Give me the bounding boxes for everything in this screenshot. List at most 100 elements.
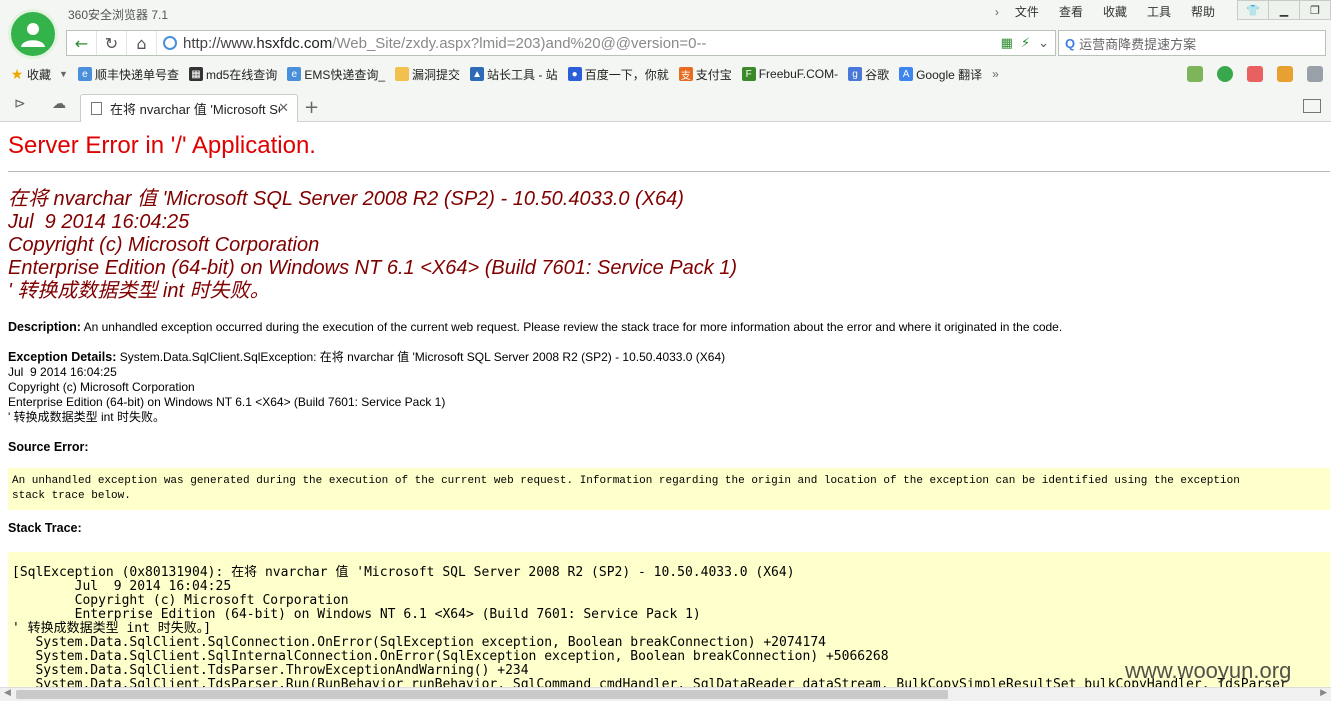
menu-favorites[interactable]: 收藏 bbox=[1093, 4, 1137, 20]
google-icon: g bbox=[848, 67, 863, 81]
url-scheme: http://www. bbox=[183, 34, 257, 52]
game-icon[interactable] bbox=[1277, 66, 1293, 82]
minimize-button[interactable]: ▁ bbox=[1268, 0, 1300, 20]
new-tab-icon[interactable]: + bbox=[304, 97, 319, 118]
description-label: Description: bbox=[8, 320, 81, 334]
error-line: ' 转换成数据类型 int 时失败。 bbox=[8, 280, 270, 302]
bookmark-label: FreebuF.COM- bbox=[758, 67, 839, 81]
source-error-heading: Source Error: bbox=[8, 440, 89, 455]
stack-trace-heading: Stack Trace: bbox=[8, 521, 82, 536]
chevron-down-icon[interactable]: ⌄ bbox=[1038, 36, 1049, 51]
exception-line: ' 转换成数据类型 int 时失败。 bbox=[8, 410, 165, 424]
url-path: /Web_Site/zxdy.aspx?lmid=203)and%20@@ver… bbox=[332, 34, 707, 52]
bookmark-item[interactable]: g 谷歌 bbox=[848, 66, 889, 83]
exception-line: Enterprise Edition (64-bit) on Windows N… bbox=[8, 395, 446, 409]
browser-chrome: 360安全浏览器 7.1 › 文件 查看 收藏 工具 帮助 👕 ▁ ❐ ← ↻ … bbox=[0, 0, 1331, 122]
top-menu: › 文件 查看 收藏 工具 帮助 bbox=[989, 4, 1225, 20]
bookmark-label: 站长工具 - 站 bbox=[487, 67, 558, 82]
bookmark-item[interactable]: e EMS快递查询_ bbox=[287, 66, 385, 83]
menu-file[interactable]: 文件 bbox=[1005, 4, 1049, 20]
source-line: stack trace below. bbox=[12, 490, 131, 502]
bookmark-item[interactable]: A Google 翻译 bbox=[899, 66, 982, 83]
source-line: An unhandled exception was generated dur… bbox=[12, 475, 1240, 487]
stack-line: ' 转换成数据类型 int 时失败。] bbox=[12, 621, 212, 636]
chevron-right-icon[interactable]: › bbox=[989, 4, 1005, 20]
stack-line: [SqlException (0x80131904): 在将 nvarchar … bbox=[12, 565, 795, 580]
ie-icon: e bbox=[77, 67, 92, 81]
star-icon: ★ bbox=[10, 65, 24, 82]
extension-icons bbox=[1187, 62, 1323, 86]
user-icon[interactable] bbox=[1307, 66, 1323, 82]
chinaz-icon: ▲ bbox=[470, 67, 485, 81]
sidebar-toggle-icon[interactable]: ⊳ bbox=[14, 96, 26, 112]
address-tools: ▦ ⚡ ⌄ bbox=[1001, 36, 1055, 51]
bookmark-label: 支付宝 bbox=[695, 67, 732, 82]
menu-help[interactable]: 帮助 bbox=[1181, 4, 1225, 20]
cloud-icon[interactable]: ☁ bbox=[52, 96, 66, 112]
refresh-icon[interactable]: ↻ bbox=[97, 31, 127, 55]
back-arrow-icon[interactable]: ← bbox=[67, 31, 97, 55]
stack-line: Enterprise Edition (64-bit) on Windows N… bbox=[12, 607, 701, 622]
description-text: An unhandled exception occurred during t… bbox=[80, 320, 1063, 334]
scroll-right-icon[interactable]: ▶ bbox=[1320, 688, 1327, 698]
search-placeholder: 运营商降费提速方案 bbox=[1079, 36, 1197, 52]
bookmark-item[interactable]: F FreebuF.COM- bbox=[741, 67, 839, 81]
home-icon[interactable]: ⌂ bbox=[127, 31, 157, 55]
window-controls: 👕 ▁ ❐ bbox=[1237, 0, 1331, 20]
url-domain: hsxfdc.com bbox=[256, 34, 333, 52]
bookmark-label: 顺丰快递单号查 bbox=[94, 67, 179, 82]
close-tab-icon[interactable]: ✕ bbox=[278, 100, 289, 116]
search-box[interactable]: Q 运营商降费提速方案 bbox=[1058, 30, 1326, 56]
horizontal-scrollbar[interactable]: ◀ ▶ bbox=[0, 687, 1331, 701]
bookmark-label: 百度一下，你就 bbox=[584, 67, 669, 82]
tab-list-icon[interactable] bbox=[1303, 99, 1321, 113]
tab-title: 在将 nvarchar 值 'Microsoft SQL Server bbox=[110, 102, 280, 117]
url-input[interactable]: http://www.hsxfdc.com/Web_Site/zxdy.aspx… bbox=[157, 35, 1001, 52]
qr-code-icon[interactable]: ▦ bbox=[1001, 36, 1013, 51]
bookmarks-bar: ★ 收藏 ▼ e 顺丰快递单号查 ▦ md5在线查询 e EMS快递查询_ 漏洞提交 ▲ 站… bbox=[0, 62, 1331, 86]
site-globe-icon bbox=[163, 36, 177, 50]
menu-tools[interactable]: 工具 bbox=[1137, 4, 1181, 20]
bookmark-label: 漏洞提交 bbox=[412, 67, 461, 82]
ie-icon: e bbox=[287, 67, 302, 81]
skin-icon[interactable]: 👕 bbox=[1237, 0, 1269, 20]
menu-view[interactable]: 查看 bbox=[1049, 4, 1093, 20]
address-bar: ← ↻ ⌂ http://www.hsxfdc.com/Web_Site/zxd… bbox=[66, 30, 1056, 56]
lightning-icon[interactable]: ⚡ bbox=[1021, 36, 1030, 51]
source-error-label: Source Error: bbox=[8, 440, 89, 454]
bookmark-item[interactable]: 漏洞提交 bbox=[395, 66, 460, 83]
error-line: 在将 nvarchar 值 'Microsoft SQL Server 2008… bbox=[8, 188, 684, 210]
shield-icon[interactable] bbox=[1217, 66, 1233, 82]
bookmark-item[interactable]: ▲ 站长工具 - 站 bbox=[470, 66, 558, 83]
tab-strip: ⊳ ☁ 在将 nvarchar 值 'Microsoft SQL Server … bbox=[0, 92, 1331, 122]
exception-text: System.Data.SqlClient.SqlException: 在将 n… bbox=[116, 350, 726, 364]
error-line: Jul 9 2014 16:04:25 bbox=[8, 211, 190, 233]
page-title: Server Error in '/' Application. bbox=[8, 132, 316, 159]
scrollbar-thumb[interactable] bbox=[16, 690, 948, 699]
error-line: Copyright (c) Microsoft Corporation bbox=[8, 234, 320, 256]
more-bookmarks-icon[interactable]: » bbox=[992, 67, 999, 81]
bookmark-label: 谷歌 bbox=[865, 67, 890, 82]
bookmark-label: md5在线查询 bbox=[205, 67, 278, 82]
exception-details: Exception Details: System.Data.SqlClient… bbox=[8, 350, 725, 425]
bookmark-label: 收藏 bbox=[27, 67, 52, 82]
stack-line: Jul 9 2014 16:04:25 bbox=[12, 579, 232, 594]
bookmark-item[interactable]: ● 百度一下，你就 bbox=[567, 66, 669, 83]
watermark: www.wooyun.org bbox=[1125, 658, 1292, 683]
description: Description: An unhandled exception occu… bbox=[8, 320, 1062, 335]
source-error-box: An unhandled exception was generated dur… bbox=[8, 468, 1330, 510]
bookmark-item[interactable]: e 顺丰快递单号查 bbox=[77, 66, 179, 83]
apps-icon[interactable] bbox=[1187, 66, 1203, 82]
bookmark-item[interactable]: 支支付宝 bbox=[678, 66, 732, 83]
scroll-left-icon[interactable]: ◀ bbox=[4, 688, 11, 698]
baidu-icon: ● bbox=[567, 67, 582, 81]
bookmark-item[interactable]: ▦ md5在线查询 bbox=[188, 66, 278, 83]
exception-label: Exception Details: bbox=[8, 350, 117, 364]
bookmark-favorites[interactable]: ★ 收藏 ▼ bbox=[10, 66, 68, 83]
tab-active[interactable]: 在将 nvarchar 值 'Microsoft SQL Server ✕ bbox=[80, 94, 298, 122]
bookmark-label: EMS快递查询_ bbox=[304, 67, 385, 82]
font-icon[interactable] bbox=[1247, 66, 1263, 82]
restore-button[interactable]: ❐ bbox=[1299, 0, 1331, 20]
browser-logo-icon[interactable] bbox=[8, 9, 58, 59]
search-icon[interactable]: Q bbox=[1059, 36, 1079, 51]
